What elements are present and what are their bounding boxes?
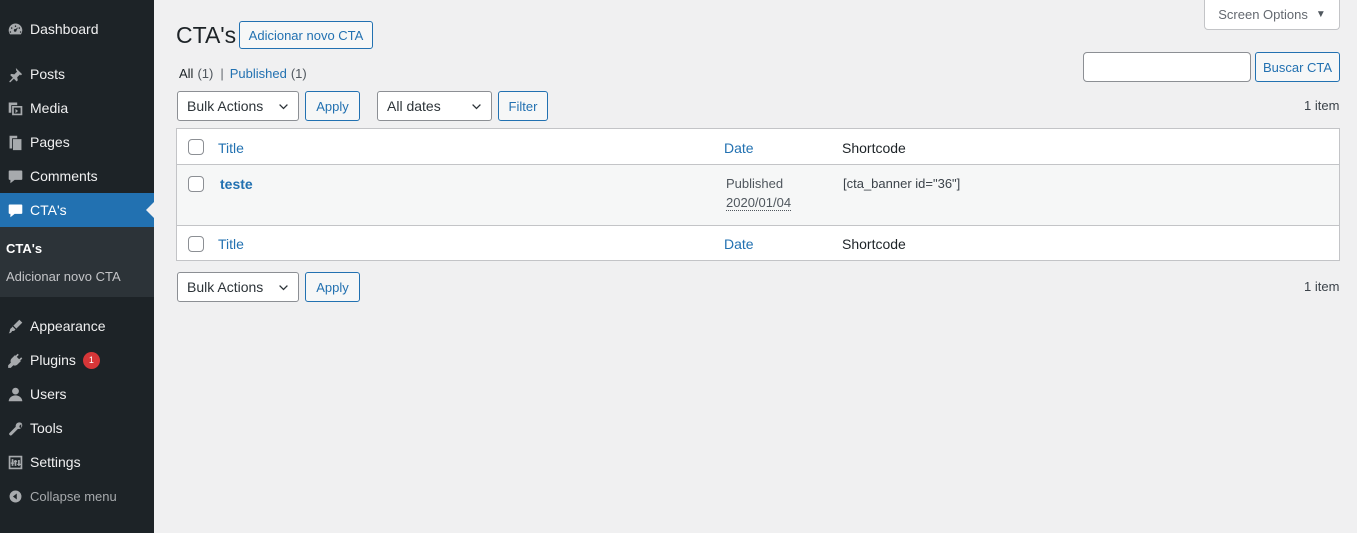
sidebar-item-label: Appearance	[30, 318, 106, 334]
apply-button-bottom[interactable]: Apply	[305, 272, 360, 302]
sidebar-item-ctas[interactable]: CTA's	[0, 193, 154, 227]
sidebar-item-posts[interactable]: Posts	[0, 57, 154, 91]
items-count-top: 1 item	[1304, 98, 1340, 113]
brush-icon	[0, 318, 30, 335]
pages-icon	[0, 134, 30, 151]
collapse-arrow-icon	[0, 488, 30, 505]
comment-icon	[0, 202, 30, 219]
chevron-down-icon	[279, 104, 288, 110]
sidebar-item-users[interactable]: Users	[0, 377, 154, 411]
search-input[interactable]	[1083, 52, 1251, 82]
select-all-checkbox-footer[interactable]	[188, 236, 204, 252]
update-count-badge: 1	[82, 351, 100, 369]
sidebar-item-label: Users	[30, 386, 67, 402]
sidebar-item-label: Dashboard	[30, 21, 99, 37]
sidebar-item-label: CTA's	[30, 202, 67, 218]
row-date: 2020/01/04	[726, 195, 792, 211]
sidebar-item-tools[interactable]: Tools	[0, 411, 154, 445]
sidebar-item-settings[interactable]: Settings	[0, 445, 154, 479]
column-title-footer[interactable]: Title	[218, 236, 244, 252]
search-cta-button[interactable]: Buscar CTA	[1255, 52, 1340, 82]
caret-down-icon: ▼	[1315, 9, 1326, 20]
row-shortcode: [cta_banner id="36"]	[843, 176, 961, 191]
pushpin-icon	[0, 66, 30, 83]
bulk-actions-value: Bulk Actions	[187, 98, 264, 114]
row-checkbox[interactable]	[188, 176, 204, 192]
date-filter-select[interactable]: All dates	[377, 91, 492, 121]
collapse-menu-label: Collapse menu	[30, 488, 117, 504]
add-new-cta-button[interactable]: Adicionar novo CTA	[239, 21, 373, 49]
status-views: All (1) | Published (1)	[179, 66, 307, 81]
column-shortcode-header: Shortcode	[842, 140, 906, 156]
view-separator: |	[220, 66, 224, 81]
screen-options-button[interactable]: Screen Options ▼	[1204, 0, 1340, 30]
wrench-icon	[0, 420, 30, 437]
apply-button-top[interactable]: Apply	[305, 91, 360, 121]
comment-icon	[0, 168, 30, 185]
cta-list-table: Title Date Shortcode teste Published 202…	[176, 128, 1340, 261]
sidebar-item-label: Posts	[30, 66, 66, 82]
sidebar-item-label: Comments	[30, 168, 98, 184]
view-all-link[interactable]: All	[179, 66, 193, 81]
chevron-down-icon	[279, 285, 288, 291]
select-all-checkbox[interactable]	[188, 139, 204, 155]
sidebar-item-label: Settings	[30, 454, 81, 470]
view-all-count: (1)	[197, 66, 214, 81]
media-icon	[0, 100, 30, 117]
admin-sidebar: Dashboard Posts Media Pages Comments CTA…	[0, 0, 154, 533]
column-shortcode-footer: Shortcode	[842, 236, 906, 252]
ctas-submenu: CTA's Adicionar novo CTA	[0, 227, 154, 297]
sidebar-item-pages[interactable]: Pages	[0, 125, 154, 159]
dashboard-icon	[0, 21, 30, 38]
collapse-menu-button[interactable]: Collapse menu	[0, 479, 154, 513]
submenu-item-add-new-cta[interactable]: Adicionar novo CTA	[6, 269, 121, 284]
table-footer-row: Title Date Shortcode	[177, 225, 1339, 261]
column-title-header[interactable]: Title	[218, 140, 244, 156]
sidebar-item-label: Media	[30, 100, 69, 116]
filter-button[interactable]: Filter	[498, 91, 548, 121]
table-row: teste Published 2020/01/04 [cta_banner i…	[177, 165, 1339, 225]
page-title: CTA's	[176, 22, 237, 48]
bulk-actions-value: Bulk Actions	[187, 279, 264, 295]
bulk-actions-select-top[interactable]: Bulk Actions	[177, 91, 299, 121]
plugin-icon	[0, 352, 30, 369]
sidebar-item-dashboard[interactable]: Dashboard	[0, 12, 154, 46]
row-status: Published	[726, 176, 784, 191]
date-filter-value: All dates	[387, 98, 441, 114]
screen-options-label: Screen Options	[1218, 7, 1308, 22]
column-date-header[interactable]: Date	[724, 140, 754, 156]
bulk-actions-select-bottom[interactable]: Bulk Actions	[177, 272, 299, 302]
column-date-footer[interactable]: Date	[724, 236, 754, 252]
table-header-row: Title Date Shortcode	[177, 129, 1339, 165]
sidebar-item-plugins[interactable]: Plugins 1	[0, 343, 154, 377]
sidebar-item-comments[interactable]: Comments	[0, 159, 154, 193]
row-title-link[interactable]: teste	[220, 176, 253, 192]
submenu-item-ctas[interactable]: CTA's	[6, 241, 42, 256]
view-published-count: (1)	[290, 66, 307, 81]
sidebar-item-appearance[interactable]: Appearance	[0, 309, 154, 343]
sidebar-item-label: Pages	[30, 134, 70, 150]
view-published-link[interactable]: Published	[230, 66, 287, 81]
items-count-bottom: 1 item	[1304, 279, 1340, 294]
chevron-down-icon	[472, 104, 481, 110]
sidebar-item-media[interactable]: Media	[0, 91, 154, 125]
settings-icon	[0, 454, 30, 471]
user-icon	[0, 386, 30, 403]
sidebar-item-label: Plugins	[30, 352, 76, 368]
sidebar-item-label: Tools	[30, 420, 63, 436]
